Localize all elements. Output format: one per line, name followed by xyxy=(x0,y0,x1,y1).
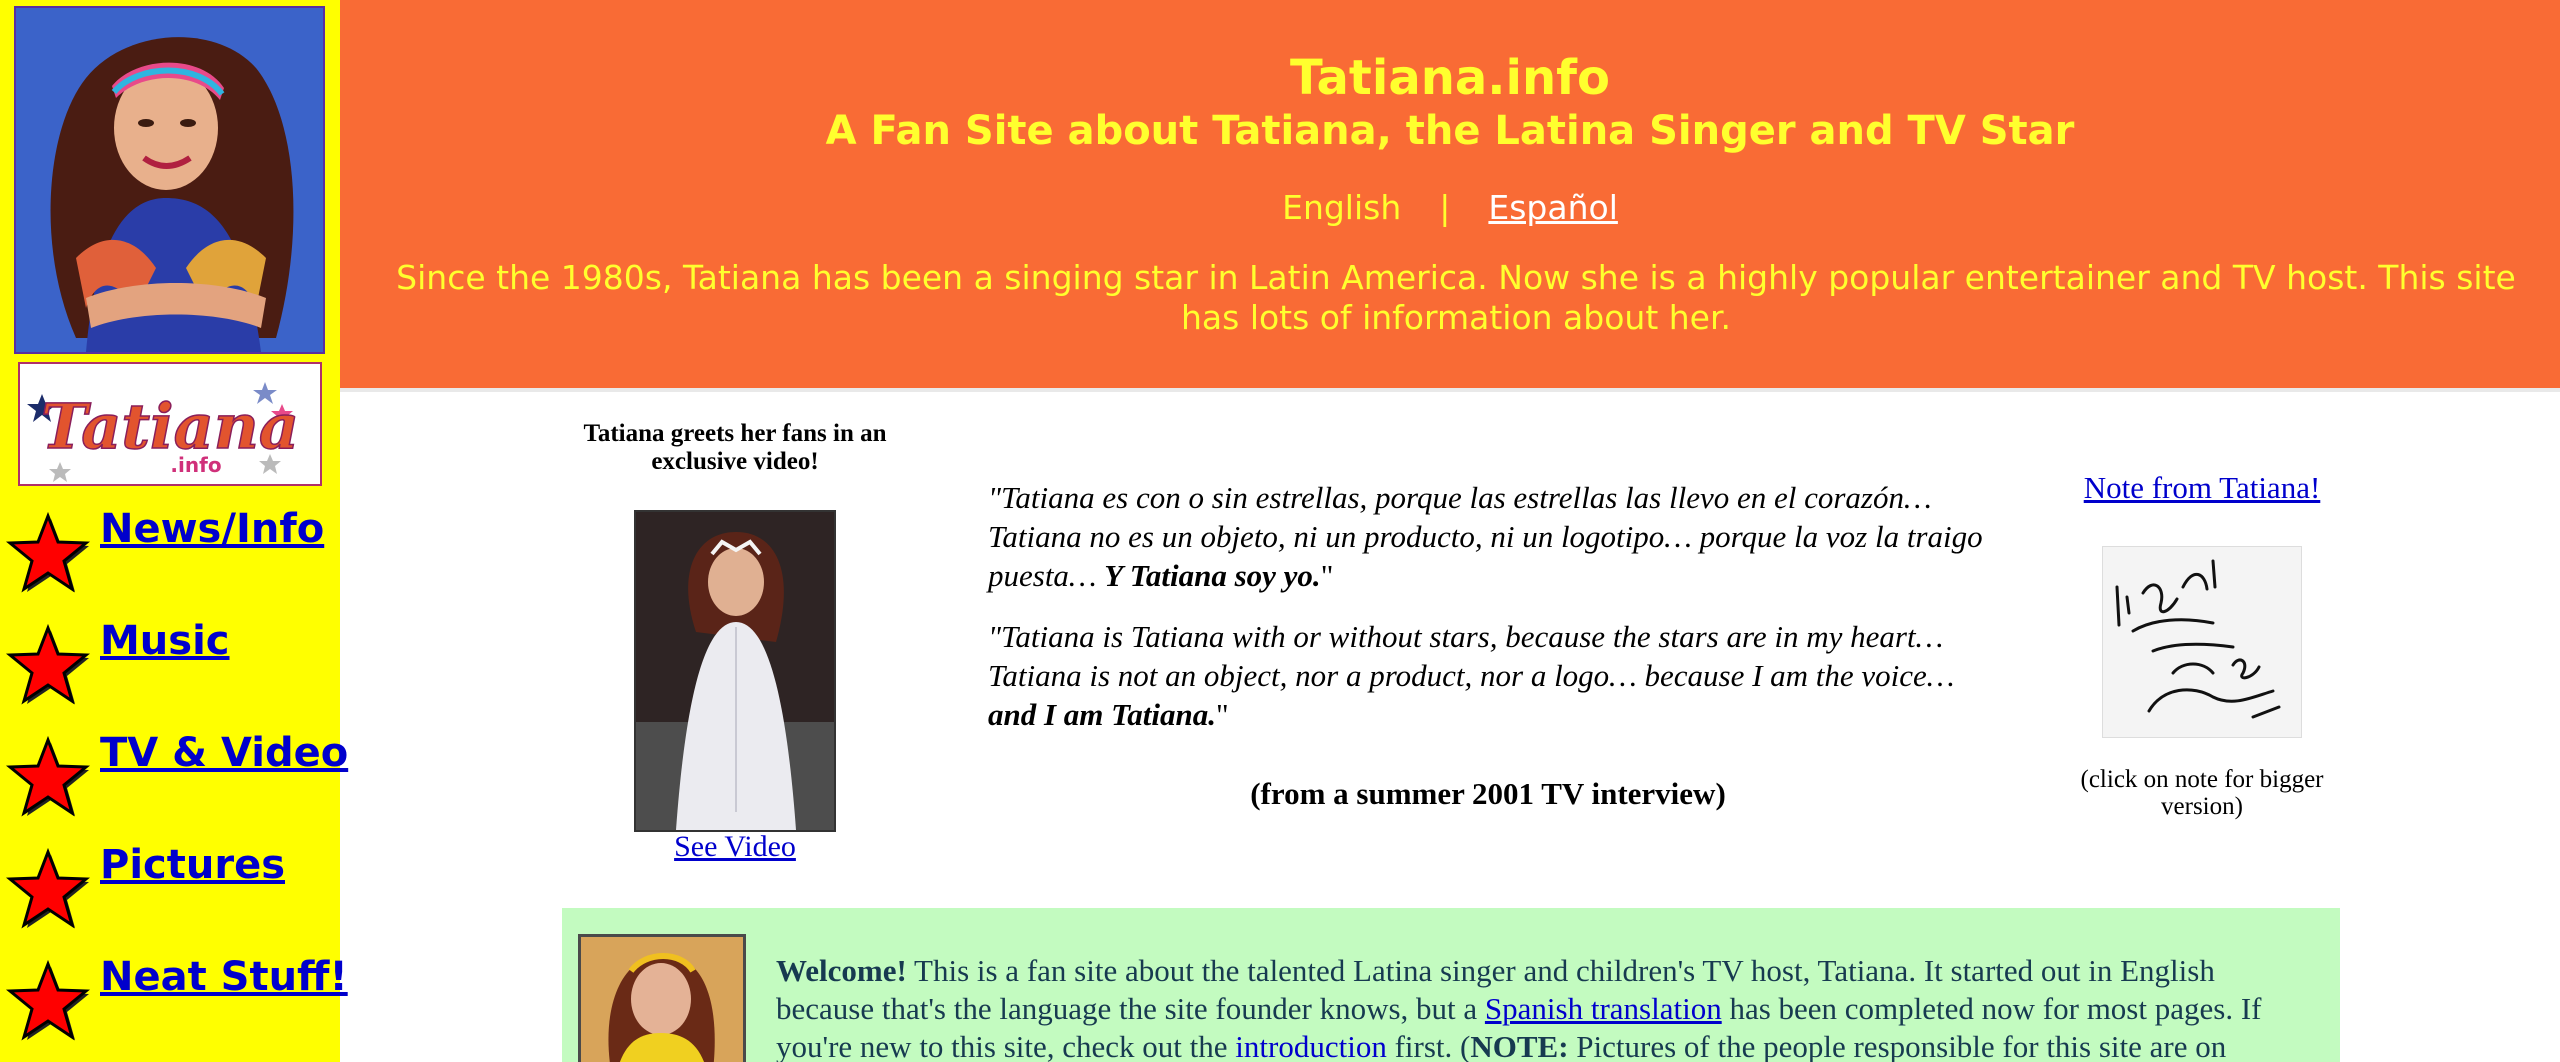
welcome-heading: Welcome! xyxy=(776,953,907,988)
quote-spanish-close: " xyxy=(1320,558,1334,593)
nav-neat-stuff[interactable]: Neat Stuff! xyxy=(4,954,348,1044)
language-switcher: English | Español xyxy=(340,188,2560,227)
note-section: Note from Tatiana! (click on note for bi… xyxy=(2050,470,2354,820)
svg-text:.info: .info xyxy=(170,453,221,477)
quote-english-text: "Tatiana is Tatiana with or without star… xyxy=(988,619,1955,693)
video-caption: Tatiana greets her fans in an exclusive … xyxy=(583,420,887,475)
sidebar: Tatiana .info News/Info Music TV & Video… xyxy=(0,0,348,1062)
nav-label[interactable]: News/Info xyxy=(100,506,324,552)
tatiana-quote: "Tatiana es con o sin estrellas, porque … xyxy=(988,478,1998,756)
nav-pictures[interactable]: Pictures xyxy=(4,842,340,932)
see-video-link[interactable]: See Video xyxy=(580,830,890,864)
introduction-link[interactable]: introduction xyxy=(1235,1029,1387,1062)
language-separator: | xyxy=(1439,188,1451,227)
language-spanish-link[interactable]: Español xyxy=(1488,188,1618,227)
quote-spanish-bold: Y Tatiana soy yo. xyxy=(1104,558,1321,593)
nav-label[interactable]: TV & Video xyxy=(100,730,348,776)
star-icon xyxy=(5,511,90,593)
quote-spanish: "Tatiana es con o sin estrellas, porque … xyxy=(988,478,1998,595)
quote-english: "Tatiana is Tatiana with or without star… xyxy=(988,617,1998,734)
nav-music[interactable]: Music xyxy=(4,618,340,708)
quote-source: (from a summer 2001 TV interview) xyxy=(1250,776,1726,811)
star-icon xyxy=(5,735,90,817)
video-section: Tatiana greets her fans in an exclusive … xyxy=(580,420,890,863)
site-title: Tatiana.info xyxy=(1289,50,1610,106)
welcome-text-part: Pictures of the people responsible for t… xyxy=(1568,1029,2227,1062)
video-thumbnail-image[interactable] xyxy=(634,510,836,832)
quote-english-bold: and I am Tatiana. xyxy=(988,697,1216,732)
tatiana-info-logo[interactable]: Tatiana .info xyxy=(18,362,322,486)
note-enlarge-hint: (click on note for bigger version) xyxy=(2080,766,2324,820)
site-intro-text: Since the 1980s, Tatiana has been a sing… xyxy=(396,258,2516,337)
star-icon xyxy=(5,959,90,1041)
spanish-translation-link[interactable]: Spanish translation xyxy=(1485,991,1722,1026)
nav-tv-video[interactable]: TV & Video xyxy=(4,730,348,820)
nav-label[interactable]: Neat Stuff! xyxy=(100,954,348,1000)
nav-label[interactable]: Pictures xyxy=(100,842,285,888)
tatiana-portrait-image xyxy=(14,6,325,354)
site-header: Tatiana.info A Fan Site about Tatiana, t… xyxy=(340,0,2560,392)
welcome-text: Welcome! This is a fan site about the ta… xyxy=(776,952,2316,1062)
welcome-box: Welcome! This is a fan site about the ta… xyxy=(562,908,2340,1062)
welcome-note-label: NOTE: xyxy=(1470,1029,1569,1062)
welcome-text-part: first. ( xyxy=(1386,1029,1471,1062)
site-subtitle: A Fan Site about Tatiana, the Latina Sin… xyxy=(825,108,2075,154)
nav-news-info[interactable]: News/Info xyxy=(4,506,340,596)
tatiana-welcome-photo xyxy=(578,934,746,1062)
nav-label[interactable]: Music xyxy=(100,618,230,664)
star-icon xyxy=(5,847,90,929)
handwritten-note-image[interactable] xyxy=(2102,546,2302,738)
note-from-tatiana-link[interactable]: Note from Tatiana! xyxy=(2084,470,2321,505)
star-icon xyxy=(5,623,90,705)
quote-english-close: " xyxy=(1215,697,1229,732)
language-english-current: English xyxy=(1282,188,1402,227)
